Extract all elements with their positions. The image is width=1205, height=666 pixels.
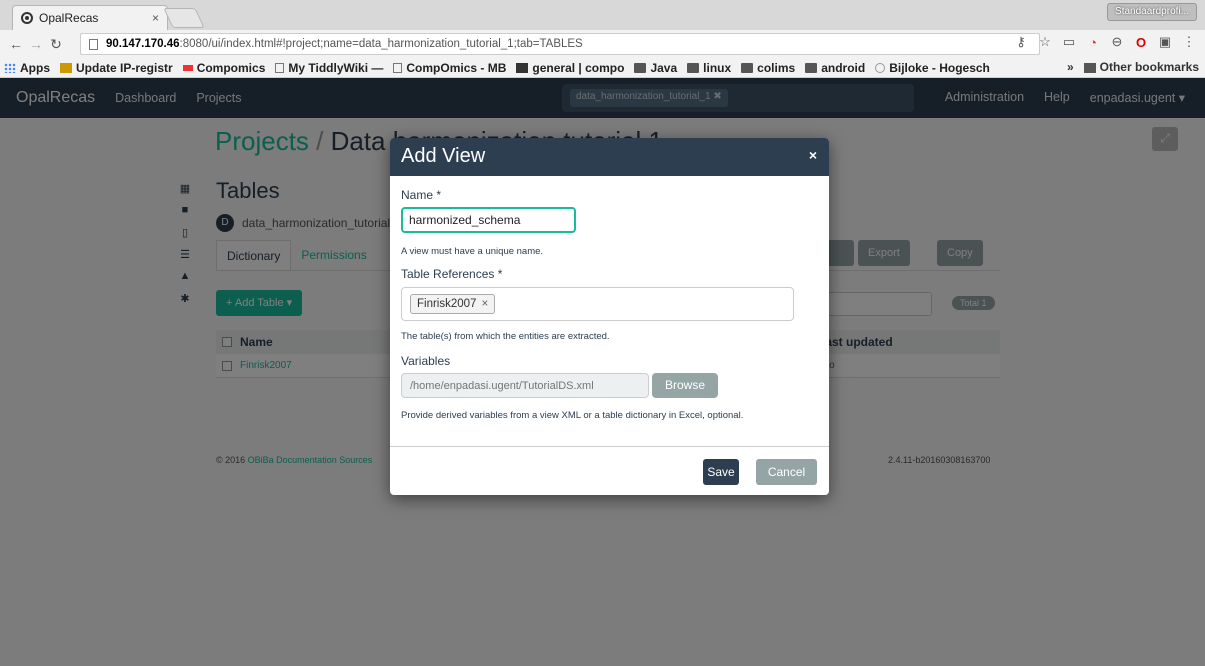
bookmark-compomics-mb[interactable]: CompOmics - MB xyxy=(393,61,506,75)
modal-footer: Save Cancel xyxy=(390,446,829,495)
other-bookmarks[interactable]: Other bookmarks xyxy=(1083,60,1199,74)
bookmark-slack-general[interactable]: general | compo xyxy=(516,61,624,75)
address-path: :8080/ui/index.html#!project;name=data_h… xyxy=(179,38,583,50)
reload-icon[interactable]: ↻ xyxy=(46,36,66,53)
folder-icon xyxy=(1083,62,1096,73)
address-bar[interactable]: 90.147.170.46:8080/ui/index.html#!projec… xyxy=(80,33,1040,55)
profile-button[interactable]: Standaardprofi... xyxy=(1107,3,1197,21)
forward-icon[interactable]: → xyxy=(26,36,46,52)
toolbar-actions: ⚷ ☆ ▭ ◔ ⊖ O ▣ ⋮ xyxy=(1013,34,1197,50)
bookmarks-bar: Apps Update IP-registr Compomics My Tidd… xyxy=(0,58,1205,78)
tab-title: OpalRecas xyxy=(39,11,99,25)
name-help: A view must have a unique name. xyxy=(401,246,544,257)
bookmark-update-ip[interactable]: Update IP-registr xyxy=(60,61,173,75)
bookmark-icon xyxy=(182,64,193,71)
new-tab-button[interactable] xyxy=(163,8,205,28)
folder-icon xyxy=(687,62,700,73)
folder-icon xyxy=(805,62,818,73)
bookmark-tiddlywiki[interactable]: My TiddlyWiki — xyxy=(275,61,383,75)
bookmark-folder-colims[interactable]: colims xyxy=(741,61,795,75)
tab-close-icon[interactable]: × xyxy=(152,11,159,25)
variables-file-field[interactable] xyxy=(401,373,649,398)
opal-favicon-icon xyxy=(21,12,33,24)
extension-circle-icon[interactable]: ⊖ xyxy=(1109,34,1125,50)
save-button[interactable]: Save xyxy=(703,459,739,485)
slack-icon xyxy=(516,62,529,73)
bookmark-icon xyxy=(60,62,72,73)
add-view-modal: Add View × Name * A view must have a uni… xyxy=(390,138,829,495)
key-icon[interactable]: ⚷ xyxy=(1013,34,1029,50)
refs-label: Table References * xyxy=(401,267,503,281)
variables-help: Provide derived variables from a view XM… xyxy=(401,410,744,421)
cast-icon[interactable]: ▭ xyxy=(1061,34,1077,50)
browse-button[interactable]: Browse xyxy=(652,373,718,398)
browser-tabstrip: OpalRecas × Standaardprofi... xyxy=(0,0,1205,30)
bookmark-bijloke[interactable]: Bijloke - Hogesch xyxy=(875,61,990,75)
extension-box-icon[interactable]: ▣ xyxy=(1157,34,1173,50)
bookmark-folder-java[interactable]: Java xyxy=(634,61,677,75)
bookmarks-more-button[interactable]: » xyxy=(1067,60,1074,74)
page-icon xyxy=(393,62,403,73)
globe-icon xyxy=(875,62,886,73)
apps-grid-icon xyxy=(4,62,16,73)
bookmarks-overflow: » Other bookmarks xyxy=(1060,60,1199,74)
menu-icon[interactable]: ⋮ xyxy=(1181,34,1197,50)
page-icon xyxy=(275,62,285,73)
back-icon[interactable]: ← xyxy=(6,36,26,52)
modal-body: Name * A view must have a unique name. T… xyxy=(390,176,829,446)
cancel-button[interactable]: Cancel xyxy=(756,459,817,485)
bookmark-compomics[interactable]: Compomics xyxy=(182,61,265,75)
reference-tag-label: Finrisk2007 xyxy=(417,298,477,310)
opal-page: OpalRecas Dashboard Projects data_harmon… xyxy=(0,78,1205,666)
bookmark-star-icon[interactable]: ☆ xyxy=(1037,34,1053,50)
close-icon[interactable]: × xyxy=(809,147,817,163)
remove-tag-icon[interactable]: × xyxy=(481,298,488,310)
page-info-icon[interactable] xyxy=(89,38,98,50)
bookmark-apps[interactable]: Apps xyxy=(4,61,50,75)
folder-icon xyxy=(634,62,647,73)
bookmark-folder-android[interactable]: android xyxy=(805,61,865,75)
name-field[interactable] xyxy=(401,207,576,233)
reference-tag: Finrisk2007 × xyxy=(410,294,496,314)
variables-label: Variables xyxy=(401,354,451,368)
modal-title: Add View xyxy=(401,145,486,167)
folder-icon xyxy=(741,62,754,73)
refs-help: The table(s) from which the entities are… xyxy=(401,331,610,342)
address-host: 90.147.170.46 xyxy=(106,38,180,50)
name-label: Name * xyxy=(401,188,442,202)
browser-tab[interactable]: OpalRecas × xyxy=(12,5,168,30)
opera-extension-icon[interactable]: O xyxy=(1133,35,1149,50)
bookmark-folder-linux[interactable]: linux xyxy=(687,61,731,75)
table-references-input[interactable]: Finrisk2007 × xyxy=(401,287,794,321)
extension-icon[interactable]: ◔ xyxy=(1085,35,1101,50)
modal-header: Add View × xyxy=(390,138,829,176)
browser-toolbar: ← → ↻ 90.147.170.46:8080/ui/index.html#!… xyxy=(0,30,1205,58)
